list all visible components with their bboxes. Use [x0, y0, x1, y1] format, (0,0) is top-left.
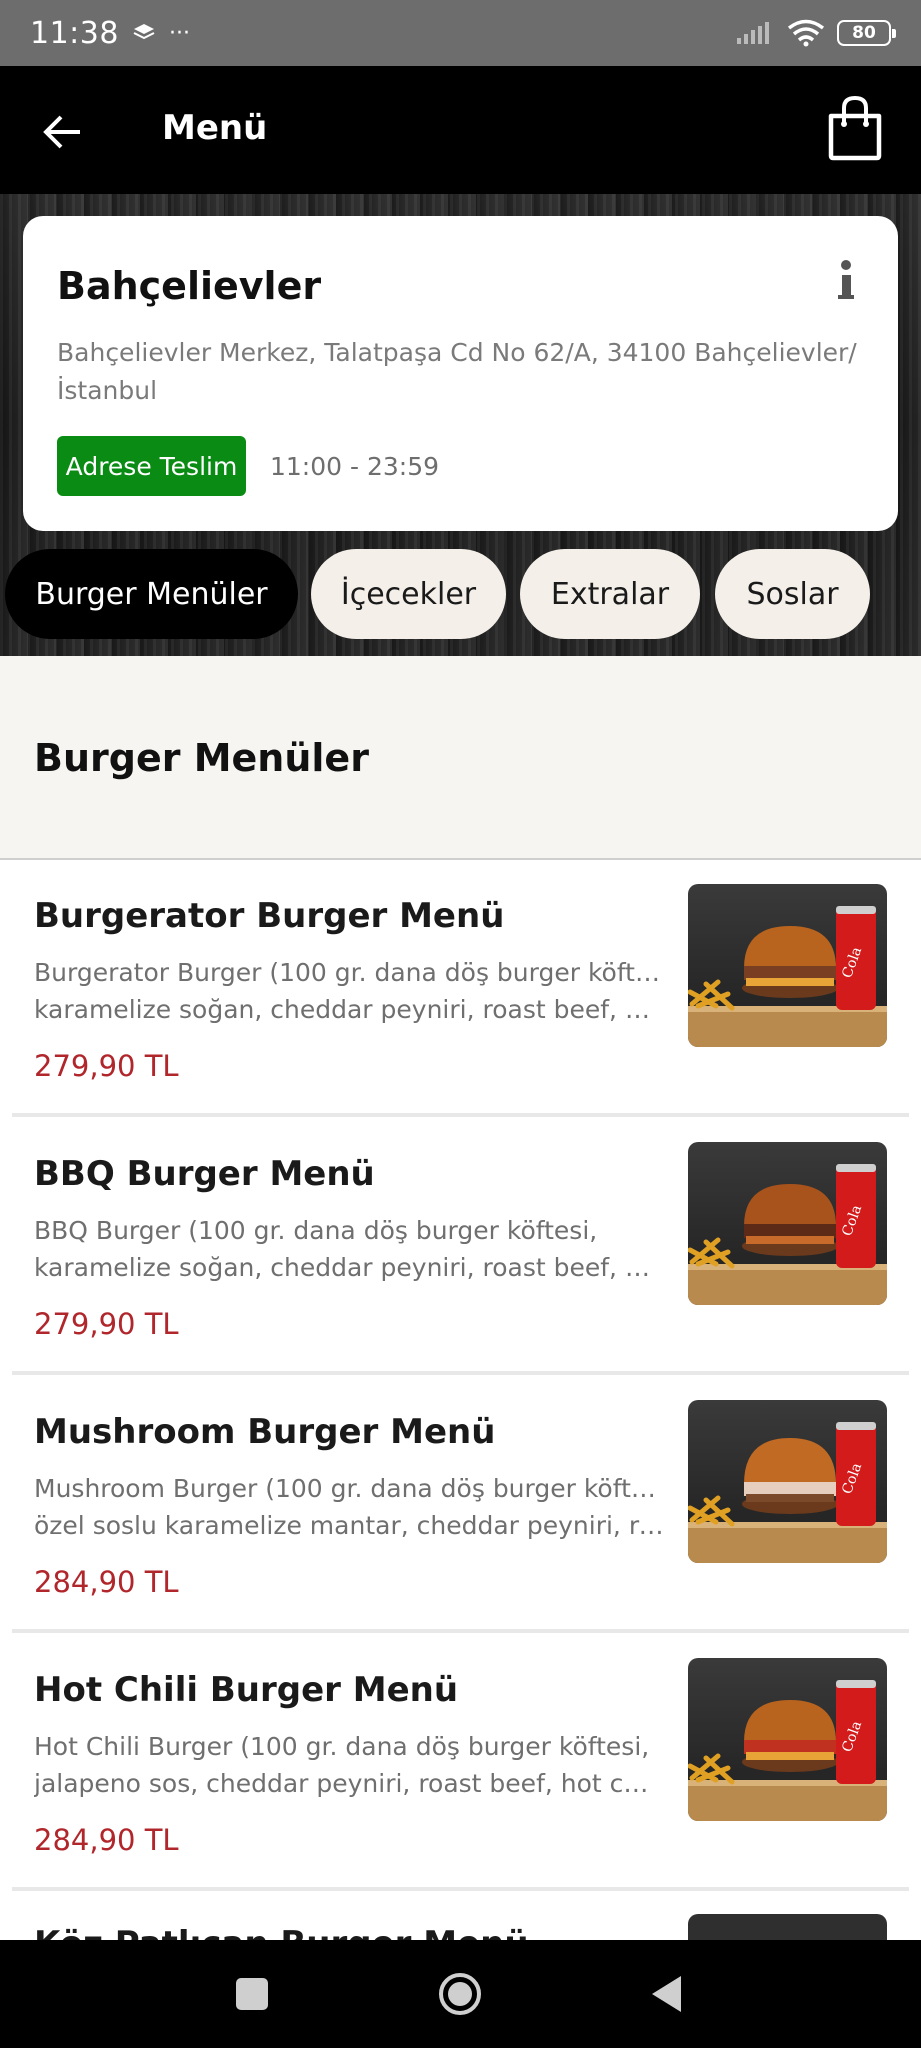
product-image[interactable]: Cola — [688, 1400, 887, 1563]
status-more-dots: ··· — [168, 20, 190, 46]
product-image[interactable]: Cola — [688, 1658, 887, 1821]
shopping-bag-icon — [828, 95, 882, 161]
signal-icon — [737, 22, 769, 44]
branch-info-card: Bahçelievler Bahçelievler Merkez, Talatp… — [23, 216, 898, 531]
product-item[interactable]: Mushroom Burger Menü Mushroom Burger (10… — [0, 1376, 921, 1634]
product-item[interactable]: Burgerator Burger Menü Burgerator Burger… — [0, 860, 921, 1118]
product-price: 284,90 TL — [34, 1565, 179, 1599]
status-time: 11:38 — [30, 15, 119, 51]
product-item[interactable]: BBQ Burger Menü BBQ Burger (100 gr. dana… — [0, 1118, 921, 1376]
opening-hours: 11:00 - 23:59 — [270, 452, 440, 481]
product-description: Burgerator Burger (100 gr. dana döş burg… — [34, 958, 664, 1024]
product-item[interactable]: Hot Chili Burger Menü Hot Chili Burger (… — [0, 1634, 921, 1892]
divider — [12, 1887, 909, 1891]
system-back-button[interactable] — [617, 1940, 717, 2048]
product-price: 279,90 TL — [34, 1307, 179, 1341]
product-name: Mushroom Burger Menü — [34, 1412, 496, 1452]
product-description: Mushroom Burger (100 gr. dana döş burger… — [34, 1474, 664, 1540]
product-description: Hot Chili Burger (100 gr. dana döş burge… — [34, 1732, 664, 1798]
recents-button[interactable] — [202, 1940, 302, 2048]
product-description: BBQ Burger (100 gr. dana döş burger köft… — [34, 1216, 664, 1282]
app-header: Menü — [0, 66, 921, 194]
back-button[interactable] — [36, 106, 88, 158]
home-button[interactable] — [410, 1940, 510, 2048]
triangle-back-icon — [652, 1976, 681, 2012]
branch-name: Bahçelievler — [57, 264, 322, 308]
tab-extralar[interactable]: Extralar — [520, 549, 700, 639]
product-price: 284,90 TL — [34, 1823, 179, 1857]
product-image[interactable]: Cola — [688, 884, 887, 1047]
section-header: Burger Menüler — [0, 656, 921, 860]
square-icon — [236, 1978, 268, 2010]
divider — [12, 1629, 909, 1633]
section-title: Burger Menüler — [34, 736, 369, 780]
divider — [12, 1371, 909, 1375]
info-icon[interactable] — [834, 260, 858, 300]
delivery-badge: Adrese Teslim — [57, 436, 246, 496]
system-nav-bar — [0, 1940, 921, 2048]
product-name: BBQ Burger Menü — [34, 1154, 375, 1194]
tab-soslar[interactable]: Soslar — [715, 549, 870, 639]
product-name: Hot Chili Burger Menü — [34, 1670, 459, 1710]
arrow-left-icon — [43, 115, 80, 149]
branch-address: Bahçelievler Merkez, Talatpaşa Cd No 62/… — [57, 338, 857, 405]
layers-icon — [133, 24, 155, 40]
product-price: 279,90 TL — [34, 1049, 179, 1083]
status-bar: 11:38 ··· 80 — [0, 0, 921, 66]
cart-button[interactable] — [825, 94, 885, 162]
tab-icecekler[interactable]: İçecekler — [311, 549, 506, 639]
product-image[interactable]: Cola — [688, 1142, 887, 1305]
battery-icon: 80 — [837, 20, 896, 46]
wifi-icon — [787, 19, 825, 47]
circle-icon — [439, 1973, 481, 2015]
page-title: Menü — [162, 108, 268, 148]
product-name: Burgerator Burger Menü — [34, 896, 505, 936]
tab-burger-menuler[interactable]: Burger Menüler — [5, 549, 298, 639]
divider — [12, 1113, 909, 1117]
